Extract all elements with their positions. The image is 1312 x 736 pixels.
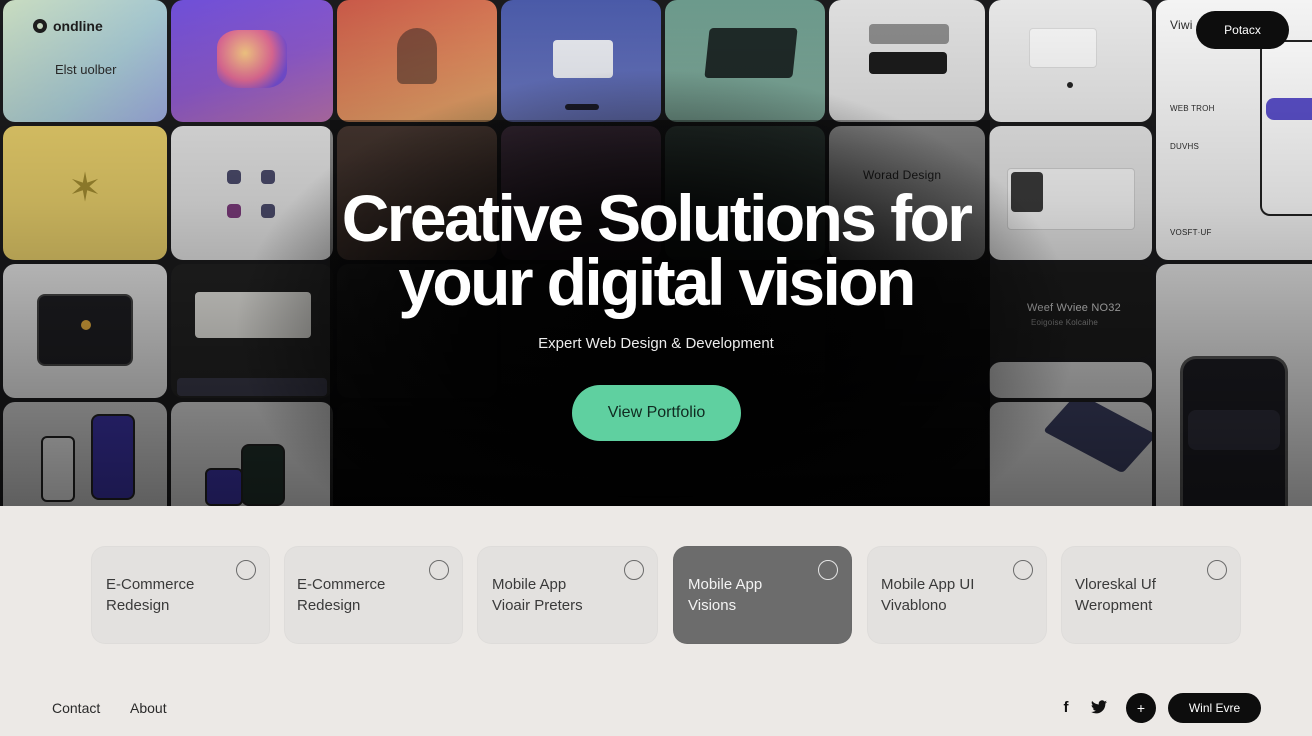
project-card-title: Vloreskal Uf Weropment [1075, 574, 1205, 616]
laptop-mock [704, 28, 798, 78]
page: ondline Elst uolber Viwi WEB TROH DUVHS … [0, 0, 1312, 736]
footer-pill-button[interactable]: Winl Evre [1168, 693, 1261, 723]
radio-circle-icon[interactable] [1207, 560, 1227, 580]
footer-link-contact[interactable]: Contact [52, 700, 100, 716]
tile-phones-green[interactable] [171, 402, 333, 506]
people-illustration [397, 28, 437, 84]
project-card-line-1: Mobile App UI [881, 576, 975, 593]
tablet-accent-dot [81, 320, 91, 330]
right-panel-label-3: VOSFT·UF [1170, 228, 1212, 237]
project-card-line-2: Vioair Preters [492, 597, 583, 614]
tile-illustration-people[interactable] [337, 0, 497, 122]
star-icon: ✶ [68, 166, 102, 210]
icon-grid-mock-1 [227, 170, 241, 184]
tile-isometric-art[interactable] [171, 0, 333, 122]
brand-name: ondline [53, 18, 103, 34]
right-panel-phone-accent [1266, 98, 1312, 120]
radio-circle-icon[interactable] [624, 560, 644, 580]
brand-logo-icon [33, 19, 47, 33]
project-card-title: Mobile App Vioair Preters [492, 574, 622, 616]
icon-grid-mock-4 [261, 204, 275, 218]
radio-circle-icon[interactable] [429, 560, 449, 580]
phone-green-mock [241, 444, 285, 506]
isometric-screens-mock [1043, 402, 1152, 474]
project-card-title: Mobile App Visions [688, 574, 818, 616]
web-design-label: Worad Design [863, 168, 942, 182]
tile-web-layout-grey[interactable] [829, 0, 985, 122]
project-card[interactable]: E-Commerce Redesign [91, 546, 270, 644]
tile-star-yellow[interactable]: ✶ [3, 126, 167, 260]
project-card[interactable]: Mobile App UI Vivablono [867, 546, 1047, 644]
project-card-line-1: Mobile App [492, 576, 567, 593]
hero-title-line-2: your digital vision [398, 245, 916, 319]
phone-left-mock [41, 436, 75, 502]
facebook-icon[interactable]: f [1056, 697, 1076, 717]
hero-title: Creative Solutions for your digital visi… [306, 185, 1006, 315]
project-card-line-2: Redesign [297, 597, 361, 614]
phone-dark-card [1188, 410, 1280, 450]
twitter-icon[interactable] [1089, 697, 1109, 717]
right-panel-heading: Viwi [1170, 18, 1193, 32]
tile-phone-dark[interactable] [1156, 264, 1312, 506]
footer-link-about[interactable]: About [130, 700, 167, 716]
right-panel-label-2: DUVHS [1170, 142, 1200, 151]
web-layout-dark [869, 52, 947, 74]
tile-brand[interactable]: ondline Elst uolber [3, 0, 167, 122]
icon-grid-mock-2 [261, 170, 275, 184]
web-dark-content [195, 292, 311, 338]
right-panel-label-1: WEB TROH [1170, 104, 1215, 113]
icon-grid-mock-3 [227, 204, 241, 218]
project-card-line-1: Mobile App [688, 576, 763, 593]
radio-circle-icon[interactable] [236, 560, 256, 580]
project-card-line-2: Vivablono [881, 597, 947, 614]
dashboard-mock [553, 40, 613, 78]
hero-title-line-1: Creative Solutions for [341, 181, 973, 255]
web-mock-light-image [1011, 172, 1043, 212]
tile-web-mock-light[interactable] [989, 126, 1152, 260]
view-portfolio-button[interactable]: View Portfolio [572, 385, 741, 441]
dashboard-bar [565, 104, 599, 110]
project-card-line-2: Visions [688, 597, 737, 614]
tile-laptop-teal[interactable] [665, 0, 825, 122]
project-card-title: Mobile App UI Vivablono [881, 574, 1011, 616]
project-card-line-1: E-Commerce [297, 576, 386, 593]
brand-logo[interactable]: ondline [33, 18, 103, 34]
isometric-illustration [217, 30, 287, 88]
brand-tagline: Elst uolber [55, 62, 117, 77]
project-cards: E-Commerce Redesign E-Commerce Redesign Mo… [91, 546, 1241, 644]
tile-light-strip [989, 362, 1152, 398]
phone-purple-mock [205, 468, 243, 506]
project-card-title: E-Commerce Redesign [297, 574, 427, 616]
tile-tablet-mock[interactable] [3, 264, 167, 398]
phone-right-mock [91, 414, 135, 500]
project-card[interactable]: Mobile App Vioair Preters [477, 546, 658, 644]
project-card-line-2: Redesign [106, 597, 170, 614]
top-pill-button[interactable]: Potacx [1196, 11, 1289, 49]
plus-icon[interactable]: + [1126, 693, 1156, 723]
dark-tile-caption-1: Weef Wviee NO32 [1027, 302, 1121, 314]
web-layout-mock [869, 24, 949, 44]
tile-isometric-screens[interactable] [989, 402, 1152, 506]
project-card[interactable]: E-Commerce Redesign [284, 546, 463, 644]
web-dark-strip [177, 378, 327, 396]
right-panel-phone-mock [1260, 40, 1312, 216]
web-light-mock [1029, 28, 1097, 68]
tile-dashboard-blue[interactable] [501, 0, 661, 122]
web-light-dot [1067, 82, 1073, 88]
project-card-title: E-Commerce Redesign [106, 574, 236, 616]
project-card-line-1: Vloreskal Uf [1075, 576, 1156, 593]
project-card-active[interactable]: Mobile App Visions [673, 546, 852, 644]
project-card[interactable]: Vloreskal Uf Weropment [1061, 546, 1241, 644]
project-card-line-2: Weropment [1075, 597, 1153, 614]
tile-web-light[interactable] [989, 0, 1152, 122]
hero-subtitle: Expert Web Design & Development [538, 335, 774, 352]
radio-circle-icon[interactable] [818, 560, 838, 580]
tile-phones-hands[interactable] [3, 402, 167, 506]
tablet-mock [37, 294, 133, 366]
radio-circle-icon[interactable] [1013, 560, 1033, 580]
project-card-line-1: E-Commerce [106, 576, 195, 593]
twitter-bird-shape [1091, 700, 1107, 714]
dark-tile-caption-2: Eoigoise Kolcaihe [1031, 318, 1098, 327]
hero-section: ondline Elst uolber Viwi WEB TROH DUVHS … [0, 0, 1312, 506]
